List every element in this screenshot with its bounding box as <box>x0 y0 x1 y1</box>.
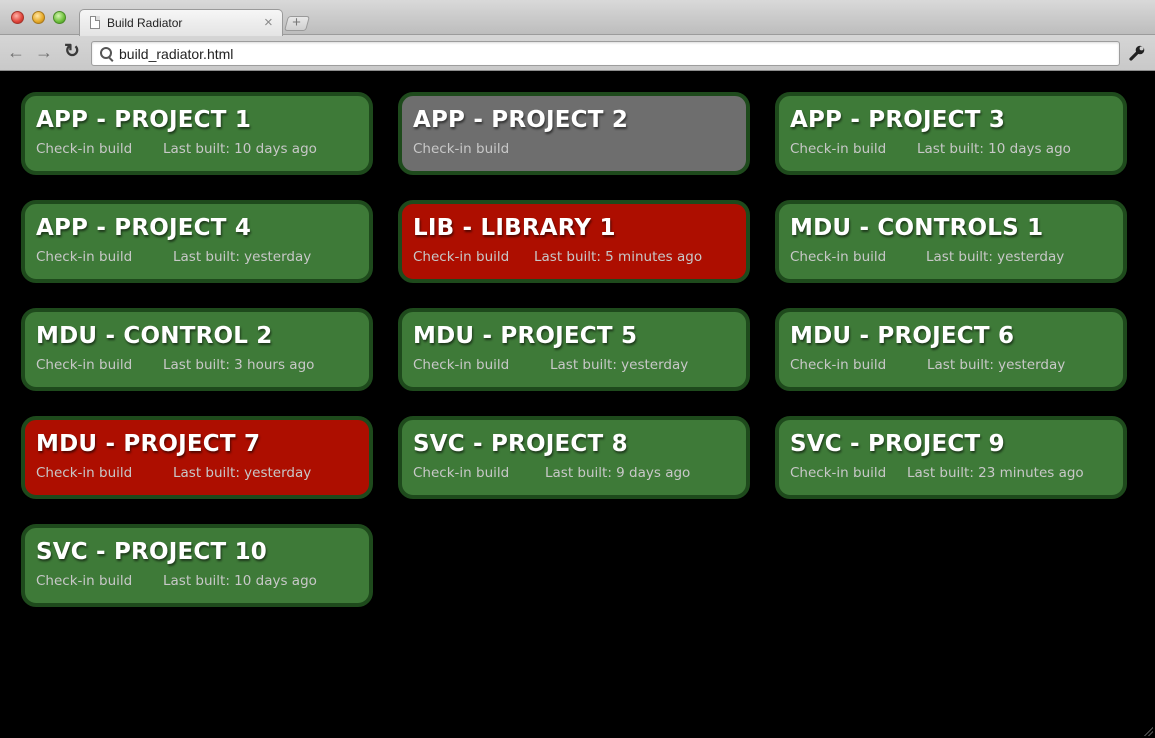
build-name: MDU - PROJECT 6 <box>790 323 1015 349</box>
reload-button[interactable]: ↻ <box>61 41 83 63</box>
last-built-time: Last built: 10 days ago <box>163 141 317 157</box>
build-card[interactable]: MDU - PROJECT 5 Check-in build Last built:… <box>398 308 750 391</box>
build-card[interactable]: LIB - LIBRARY 1 Check-in build Last built:… <box>398 200 750 283</box>
tab-close-icon[interactable]: × <box>264 14 273 31</box>
search-icon <box>100 47 112 59</box>
resize-grip-icon[interactable] <box>1143 726 1153 736</box>
build-name: SVC - PROJECT 10 <box>36 539 267 565</box>
build-name: APP - PROJECT 2 <box>413 107 629 133</box>
build-type: Check-in build <box>790 249 887 265</box>
build-name: APP - PROJECT 1 <box>36 107 252 133</box>
build-type: Check-in build <box>413 465 510 481</box>
build-name: SVC - PROJECT 8 <box>413 431 628 457</box>
last-built-time: Last built: yesterday <box>927 357 1066 373</box>
back-button[interactable]: ← <box>5 41 27 63</box>
build-type: Check-in build <box>790 141 887 157</box>
build-grid: APP - PROJECT 1 Check-in build Last built:… <box>0 71 1155 738</box>
build-name: LIB - LIBRARY 1 <box>413 215 616 241</box>
tab-strip: Build Radiator × + <box>0 0 1155 36</box>
last-built-time: Last built: 9 days ago <box>545 465 691 481</box>
build-type: Check-in build <box>36 573 133 589</box>
forward-button[interactable]: → <box>33 41 55 63</box>
build-name: SVC - PROJECT 9 <box>790 431 1005 457</box>
last-built-time: Last built: 3 hours ago <box>163 357 315 373</box>
window-zoom-icon[interactable] <box>53 11 66 24</box>
wrench-icon[interactable] <box>1128 44 1146 62</box>
build-card[interactable]: MDU - CONTROLS 1 Check-in build Last built… <box>775 200 1127 283</box>
last-built-time: Last built: 5 minutes ago <box>534 249 703 265</box>
build-card[interactable]: APP - PROJECT 4 Check-in build Last built:… <box>21 200 373 283</box>
browser-chrome: Build Radiator × + ← → ↻ build_radiator.… <box>0 0 1155 71</box>
build-card[interactable]: SVC - PROJECT 9 Check-in build Last built:… <box>775 416 1127 499</box>
build-type: Check-in build <box>36 465 133 481</box>
build-name: MDU - CONTROL 2 <box>36 323 273 349</box>
build-card[interactable]: SVC - PROJECT 10 Check-in build Last built… <box>21 524 373 607</box>
build-type: Check-in build <box>36 357 133 373</box>
build-card[interactable]: MDU - CONTROL 2 Check-in build Last built:… <box>21 308 373 391</box>
build-card[interactable]: APP - PROJECT 2 Check-in build <box>398 92 750 175</box>
build-type: Check-in build <box>413 249 510 265</box>
build-card[interactable]: MDU - PROJECT 7 Check-in build Last built:… <box>21 416 373 499</box>
build-name: MDU - PROJECT 5 <box>413 323 638 349</box>
build-type: Check-in build <box>790 357 887 373</box>
build-card[interactable]: APP - PROJECT 1 Check-in build Last built:… <box>21 92 373 175</box>
last-built-time: Last built: 10 days ago <box>163 573 317 589</box>
url-text[interactable]: build_radiator.html <box>119 46 233 62</box>
build-type: Check-in build <box>36 141 133 157</box>
build-card[interactable]: MDU - PROJECT 6 Check-in build Last built:… <box>775 308 1127 391</box>
last-built-time: Last built: yesterday <box>173 249 312 265</box>
address-bar[interactable]: build_radiator.html <box>91 41 1120 66</box>
last-built-time: Last built: yesterday <box>926 249 1065 265</box>
new-tab-button[interactable]: + <box>283 14 311 31</box>
build-type: Check-in build <box>36 249 133 265</box>
last-built-time: Last built: 23 minutes ago <box>907 465 1084 481</box>
build-card[interactable]: APP - PROJECT 3 Check-in build Last built:… <box>775 92 1127 175</box>
build-name: MDU - PROJECT 7 <box>36 431 261 457</box>
build-type: Check-in build <box>790 465 887 481</box>
last-built-time: Last built: yesterday <box>173 465 312 481</box>
window-close-icon[interactable] <box>11 11 24 24</box>
build-type: Check-in build <box>413 141 510 157</box>
build-type: Check-in build <box>413 357 510 373</box>
page-icon <box>90 16 100 29</box>
last-built-time: Last built: yesterday <box>550 357 689 373</box>
last-built-time: Last built: 10 days ago <box>917 141 1071 157</box>
build-card[interactable]: SVC - PROJECT 8 Check-in build Last built:… <box>398 416 750 499</box>
build-name: APP - PROJECT 4 <box>36 215 252 241</box>
plus-icon: + <box>292 14 301 31</box>
build-name: MDU - CONTROLS 1 <box>790 215 1044 241</box>
tab-build-radiator[interactable]: Build Radiator × <box>79 9 283 36</box>
build-name: APP - PROJECT 3 <box>790 107 1006 133</box>
tab-title: Build Radiator <box>107 16 183 30</box>
window-minimize-icon[interactable] <box>32 11 45 24</box>
